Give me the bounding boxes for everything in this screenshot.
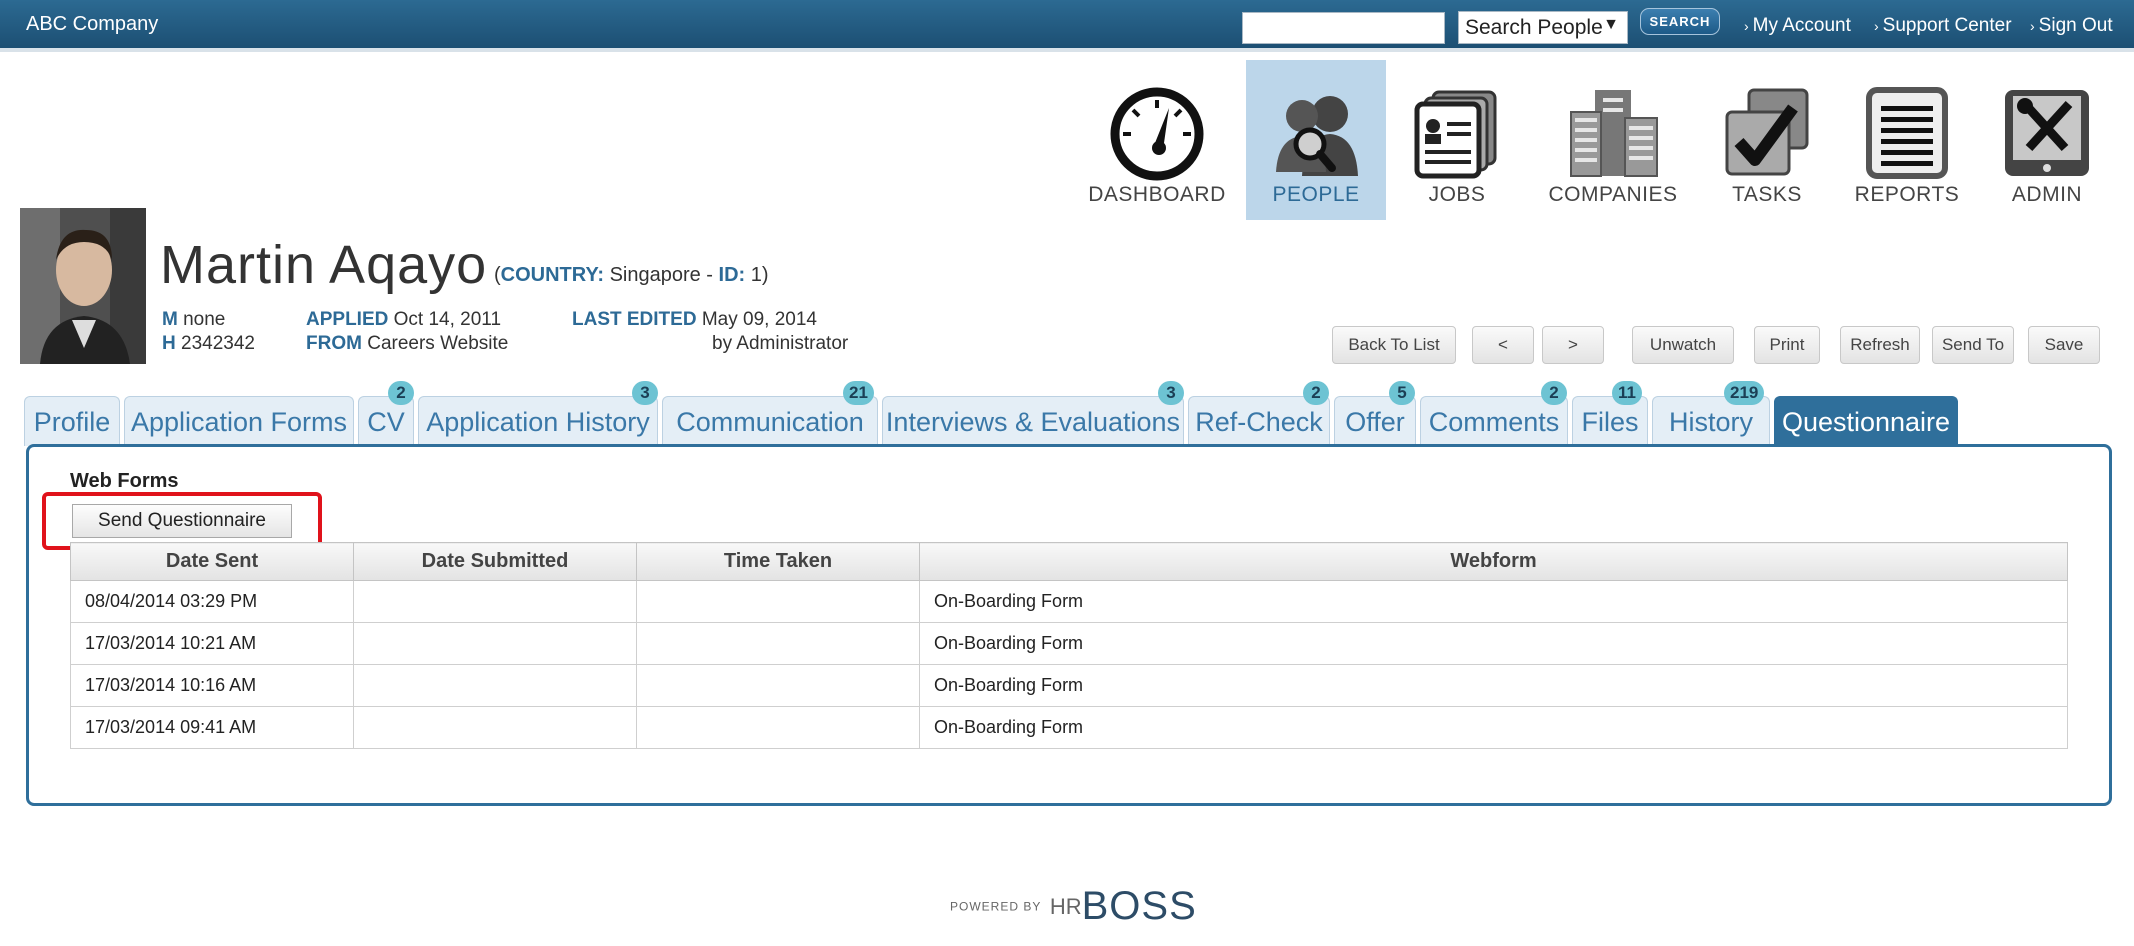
history-count-badge: 219 — [1724, 381, 1765, 405]
webform-cell: On-Boarding Form — [919, 622, 2068, 665]
table-row[interactable]: 17/03/2014 10:21 AM On-Boarding Form — [70, 622, 2068, 665]
cv-count-badge: 2 — [388, 381, 414, 405]
dashboard-icon — [1110, 87, 1204, 181]
nav-people[interactable]: PEOPLE — [1246, 60, 1386, 220]
home-phone: H 2342342 — [162, 333, 255, 354]
support-center-link[interactable]: › Support Center — [1874, 15, 2012, 37]
date-submitted-cell — [353, 664, 637, 707]
column-header-date-sent[interactable]: Date Sent — [70, 542, 354, 581]
time-taken-cell — [636, 622, 920, 665]
mobile-phone: M none — [162, 309, 226, 330]
search-input[interactable] — [1242, 12, 1445, 44]
tab-files[interactable]: Files — [1572, 396, 1648, 446]
column-header-date-submitted[interactable]: Date Submitted — [353, 542, 637, 581]
unwatch-button[interactable]: Unwatch — [1632, 326, 1734, 364]
tab-application-forms[interactable]: Application Forms — [124, 396, 354, 446]
nav-tasks[interactable]: TASKS — [1708, 60, 1826, 220]
nav-reports[interactable]: REPORTS — [1848, 60, 1966, 220]
companies-icon — [1570, 90, 1658, 177]
avatar — [20, 208, 146, 364]
tasks-icon — [1725, 88, 1809, 176]
powered-by-logo: POWERED BY HRBOSS — [950, 884, 1197, 928]
column-header-webform[interactable]: Webform — [919, 542, 2068, 581]
date-sent-cell: 17/03/2014 10:16 AM — [70, 664, 354, 707]
print-button[interactable]: Print — [1754, 326, 1820, 364]
edited-by: by Administrator — [712, 333, 849, 354]
top-bar: ABC Company Search People ▼ SEARCH › My A… — [0, 0, 2134, 52]
tab-interviews-evaluations[interactable]: Interviews & Evaluations — [882, 396, 1184, 446]
save-button[interactable]: Save — [2028, 326, 2100, 364]
reports-icon — [1866, 87, 1948, 179]
chevron-right-icon: › — [1744, 18, 1749, 34]
time-taken-cell — [636, 706, 920, 749]
offer-count-badge: 5 — [1389, 381, 1415, 405]
table-row[interactable]: 08/04/2014 03:29 PM On-Boarding Form — [70, 580, 2068, 623]
time-taken-cell — [636, 580, 920, 623]
nav-jobs[interactable]: JOBS — [1398, 60, 1516, 220]
send-to-button[interactable]: Send To — [1932, 326, 2014, 364]
date-sent-cell: 08/04/2014 03:29 PM — [70, 580, 354, 623]
applied-date: APPLIED Oct 14, 2011 — [306, 309, 502, 330]
people-icon — [1276, 96, 1358, 176]
application-history-count-badge: 3 — [632, 381, 658, 405]
webform-cell: On-Boarding Form — [919, 580, 2068, 623]
previous-button[interactable]: < — [1472, 326, 1534, 364]
webform-cell: On-Boarding Form — [919, 664, 2068, 707]
webform-cell: On-Boarding Form — [919, 706, 2068, 749]
date-submitted-cell — [353, 622, 637, 665]
admin-icon — [2005, 90, 2089, 176]
applied-source: FROM Careers Website — [306, 333, 509, 354]
table-row[interactable]: 17/03/2014 09:41 AM On-Boarding Form — [70, 706, 2068, 749]
tab-profile[interactable]: Profile — [24, 396, 120, 446]
next-button[interactable]: > — [1542, 326, 1604, 364]
tab-questionnaire[interactable]: Questionnaire — [1774, 396, 1958, 446]
company-name: ABC Company — [26, 13, 159, 35]
date-submitted-cell — [353, 580, 637, 623]
comments-count-badge: 2 — [1541, 381, 1567, 405]
date-sent-cell: 17/03/2014 10:21 AM — [70, 622, 354, 665]
last-edited: LAST EDITED May 09, 2014 — [572, 309, 817, 330]
my-account-link[interactable]: › My Account — [1744, 15, 1851, 37]
jobs-icon — [1414, 90, 1497, 179]
nav-dashboard[interactable]: DASHBOARD — [1088, 60, 1226, 220]
webforms-table: Date Sent Date Submitted Time Taken Webf… — [70, 542, 2068, 749]
candidate-country-id: (COUNTRY: Singapore - ID: 1) — [494, 264, 769, 286]
tab-communication[interactable]: Communication — [662, 396, 878, 446]
nav-companies[interactable]: COMPANIES — [1538, 60, 1688, 220]
table-row[interactable]: 17/03/2014 10:16 AM On-Boarding Form — [70, 664, 2068, 707]
time-taken-cell — [636, 664, 920, 707]
communication-count-badge: 21 — [843, 381, 874, 405]
column-header-time-taken[interactable]: Time Taken — [636, 542, 920, 581]
files-count-badge: 11 — [1612, 381, 1642, 405]
nav-admin[interactable]: ADMIN — [1988, 60, 2106, 220]
chevron-right-icon: › — [2030, 18, 2035, 34]
chevron-down-icon: ▼ — [1603, 16, 1619, 33]
search-scope-select[interactable]: Search People ▼ — [1458, 11, 1628, 44]
candidate-name: Martin Aqayo — [160, 235, 488, 295]
refresh-button[interactable]: Refresh — [1840, 326, 1920, 364]
web-forms-title: Web Forms — [70, 470, 179, 492]
tab-comments[interactable]: Comments — [1420, 396, 1568, 446]
date-sent-cell: 17/03/2014 09:41 AM — [70, 706, 354, 749]
back-to-list-button[interactable]: Back To List — [1332, 326, 1456, 364]
interviews-count-badge: 3 — [1158, 381, 1184, 405]
ref-check-count-badge: 2 — [1303, 381, 1329, 405]
date-submitted-cell — [353, 706, 637, 749]
chevron-right-icon: › — [1874, 18, 1879, 34]
table-header-row: Date Sent Date Submitted Time Taken Webf… — [70, 542, 2068, 581]
tab-application-history[interactable]: Application History — [418, 396, 658, 446]
search-scope-value: Search People — [1465, 16, 1603, 39]
sign-out-link[interactable]: › Sign Out — [2030, 15, 2113, 37]
search-button[interactable]: SEARCH — [1640, 8, 1720, 35]
